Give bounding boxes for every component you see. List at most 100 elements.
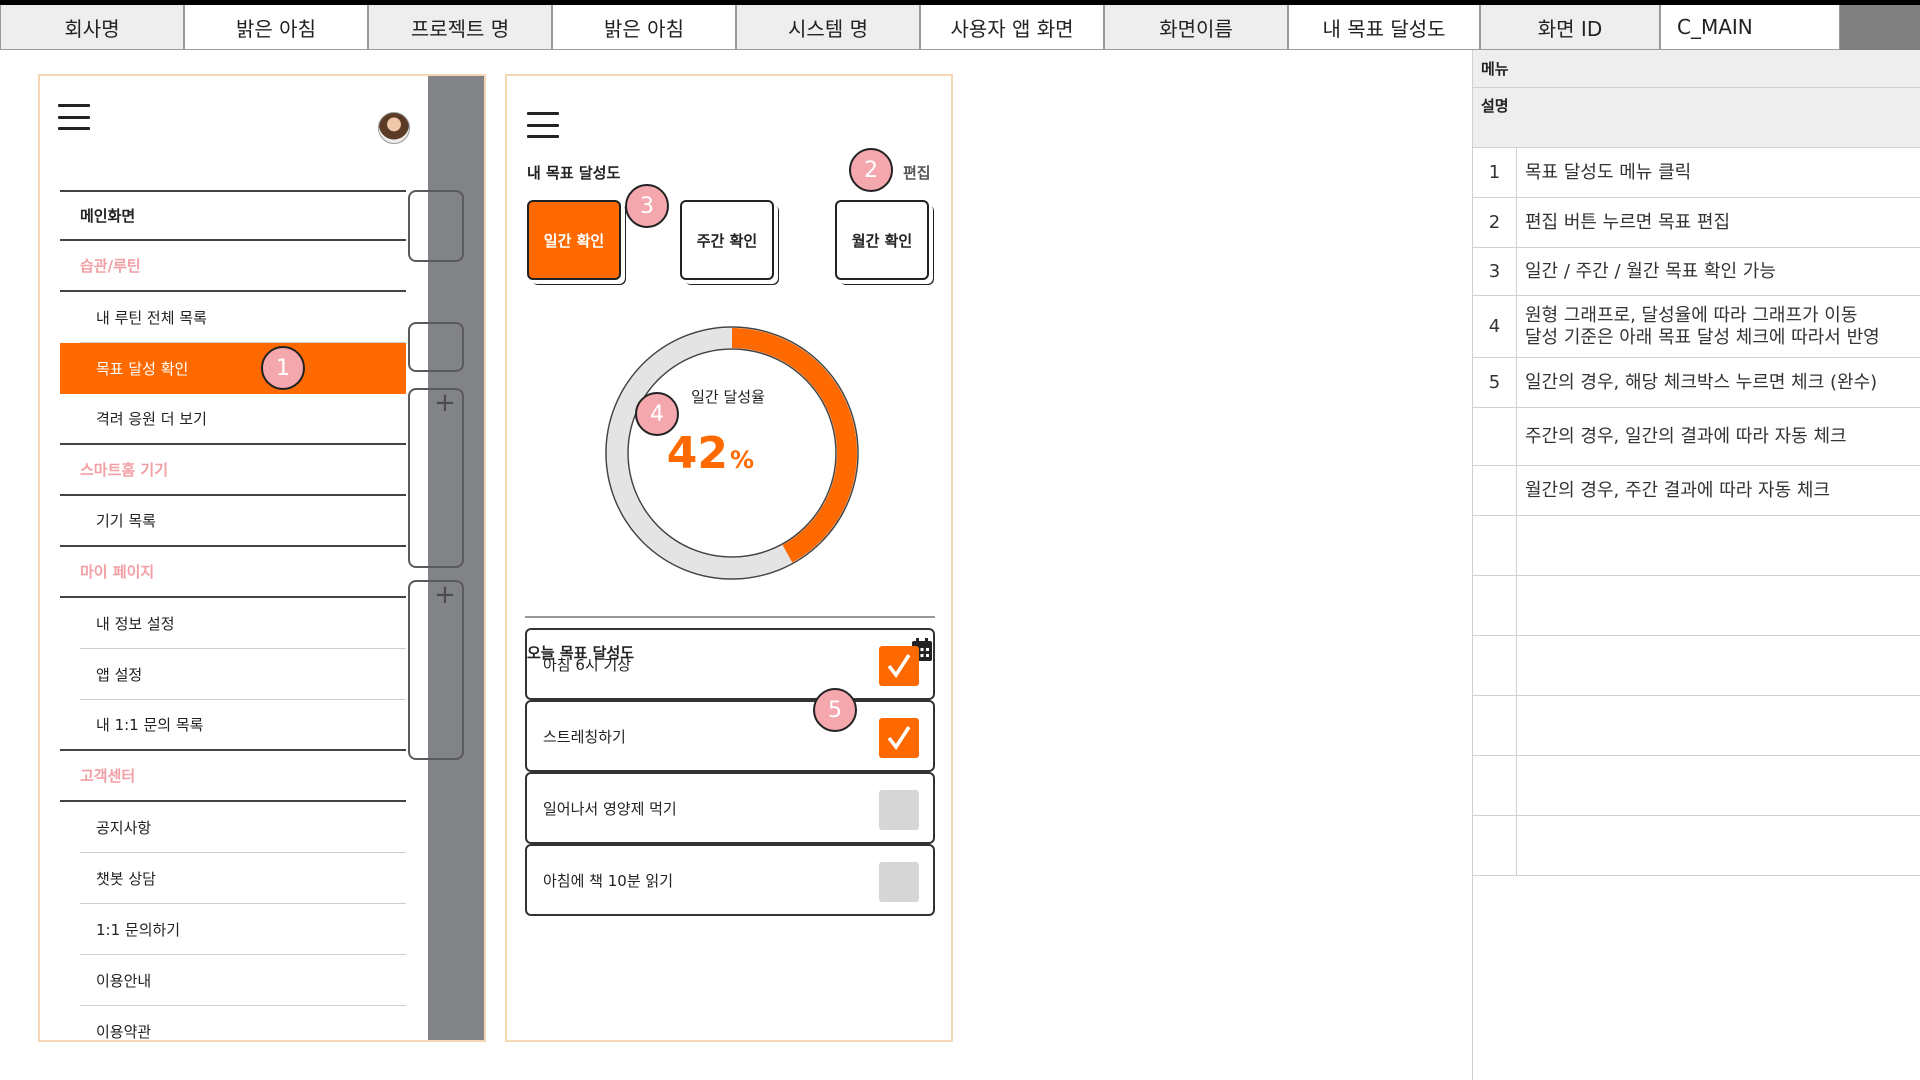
checkbox-unchecked[interactable] <box>879 862 919 902</box>
header-label-cell: 화면 ID <box>1480 5 1660 50</box>
header-value-cell: 밝은 아침 <box>552 5 736 50</box>
tab-monthly[interactable]: 월간 확인 <box>835 200 929 280</box>
menu-section-header: 습관/루틴 <box>60 241 406 292</box>
page-title: 내 목표 달성도 <box>527 164 621 182</box>
description-row-number: 2 <box>1473 198 1517 247</box>
menu-section-header: 마이 페이지 <box>60 547 406 598</box>
description-row-number: 4 <box>1473 296 1517 357</box>
description-line: 달성 기준은 아래 목표 달성 체크에 따라서 반영 <box>1525 326 1880 348</box>
description-line: 일간 / 주간 / 월간 목표 확인 가능 <box>1525 260 1776 282</box>
description-row <box>1473 636 1920 696</box>
task-label: 아침에 책 10분 읽기 <box>543 871 673 890</box>
header-value-cell: 내 목표 달성도 <box>1288 5 1480 50</box>
description-row-text: 주간의 경우, 일간의 결과에 따라 자동 체크 <box>1517 408 1920 465</box>
description-row <box>1473 816 1920 876</box>
goal-screen: 내 목표 달성도 편집 2 일간 확인 주간 확인 월간 확인 3 일간 달성율… <box>505 74 953 1042</box>
description-label: 설명 <box>1473 88 1920 148</box>
header-value-cell: 밝은 아침 <box>184 5 368 50</box>
task-item[interactable]: 스트레칭하기 <box>525 700 935 772</box>
drawer-menu-list: 메인화면 습관/루틴 내 루틴 전체 목록 목표 달성 확인 격려 응원 더 보기 스마… <box>60 190 406 1041</box>
check-icon <box>887 726 911 751</box>
description-row: 3 일간 / 주간 / 월간 목표 확인 가능 <box>1473 248 1920 296</box>
description-row-number <box>1473 576 1517 635</box>
description-row-number <box>1473 466 1517 515</box>
header-value-cell: C_MAIN <box>1660 5 1840 50</box>
gauge-label: 일간 달성율 <box>691 388 765 406</box>
description-row-text <box>1517 756 1920 815</box>
header-label-cell: 회사명 <box>0 5 184 50</box>
check-icon <box>887 654 911 679</box>
menu-item[interactable]: 앱 설정 <box>80 649 406 700</box>
hamburger-menu-icon[interactable] <box>527 112 559 138</box>
menu-item[interactable]: 내 정보 설정 <box>80 598 406 649</box>
description-row-number: 1 <box>1473 148 1517 197</box>
tab-weekly[interactable]: 주간 확인 <box>680 200 774 280</box>
description-row: 2 편집 버튼 누르면 목표 편집 <box>1473 198 1920 248</box>
task-item[interactable]: 일어나서 영양제 먹기 <box>525 772 935 844</box>
checkbox-unchecked[interactable] <box>879 790 919 830</box>
annotation-marker-2: 2 <box>849 148 893 192</box>
menu-item-main[interactable]: 메인화면 <box>60 190 406 241</box>
header-label-cell: 화면이름 <box>1104 5 1288 50</box>
plus-icon: + <box>434 580 456 610</box>
description-line: 목표 달성도 메뉴 클릭 <box>1525 161 1692 183</box>
task-label: 아침 6시 기상 <box>543 655 632 674</box>
description-row-text <box>1517 516 1920 575</box>
checkbox-checked[interactable] <box>879 646 919 686</box>
menu-item[interactable]: 격려 응원 더 보기 <box>60 394 406 445</box>
plus-icon: + <box>434 388 456 418</box>
description-row-text: 일간 / 주간 / 월간 목표 확인 가능 <box>1517 248 1920 295</box>
menu-item[interactable]: 1:1 문의하기 <box>80 904 406 955</box>
description-row <box>1473 516 1920 576</box>
profile-avatar[interactable] <box>378 112 410 144</box>
menu-item[interactable]: 내 루틴 전체 목록 <box>80 292 406 343</box>
task-item[interactable]: 아침 6시 기상 <box>525 628 935 700</box>
menu-item[interactable]: 챗봇 상담 <box>80 853 406 904</box>
description-row: 4 원형 그래프로, 달성율에 따라 그래프가 이동 달성 기준은 아래 목표 달성… <box>1473 296 1920 358</box>
dim-overlay[interactable]: + + <box>408 76 484 1040</box>
description-line: 원형 그래프로, 달성율에 따라 그래프가 이동 <box>1525 304 1858 326</box>
description-panel: 메뉴 설명 1 목표 달성도 메뉴 클릭 2 편집 버튼 누르면 목표 편집 3 일간 /… <box>1472 50 1920 1080</box>
annotation-marker-1: 1 <box>261 346 305 390</box>
menu-section-header: 고객센터 <box>60 751 406 802</box>
description-row: 월간의 경우, 주간 결과에 따라 자동 체크 <box>1473 466 1920 516</box>
menu-item[interactable]: 공지사항 <box>80 802 406 853</box>
annotation-marker-4: 4 <box>635 392 679 436</box>
description-row-text: 원형 그래프로, 달성율에 따라 그래프가 이동 달성 기준은 아래 목표 달성 … <box>1517 296 1920 357</box>
description-row-number <box>1473 636 1517 695</box>
rate-unit: % <box>730 446 754 474</box>
hamburger-menu-icon[interactable] <box>58 104 90 130</box>
menu-item[interactable]: 내 1:1 문의 목록 <box>60 700 406 751</box>
description-line: 일간의 경우, 해당 체크박스 누르면 체크 (완수) <box>1525 371 1878 393</box>
nav-drawer: 메인화면 습관/루틴 내 루틴 전체 목록 목표 달성 확인 격려 응원 더 보기 스마… <box>40 76 428 1040</box>
description-row-text: 목표 달성도 메뉴 클릭 <box>1517 148 1920 197</box>
menu-item[interactable]: 이용약관 <box>80 1006 406 1041</box>
menu-label: 메뉴 <box>1473 50 1920 88</box>
description-row-number: 3 <box>1473 248 1517 295</box>
menu-item[interactable]: 기기 목록 <box>60 496 406 547</box>
description-row-number <box>1473 756 1517 815</box>
description-row-number: 5 <box>1473 358 1517 407</box>
edit-button[interactable]: 편집 <box>903 162 931 183</box>
description-row-number <box>1473 516 1517 575</box>
checkbox-checked[interactable] <box>879 718 919 758</box>
menu-item[interactable]: 이용안내 <box>80 955 406 1006</box>
description-row-text <box>1517 816 1920 875</box>
menu-item-active[interactable]: 목표 달성 확인 <box>60 343 406 394</box>
task-item[interactable]: 아침에 책 10분 읽기 <box>525 844 935 916</box>
rate-value: 42 <box>667 428 728 479</box>
tab-daily[interactable]: 일간 확인 <box>527 200 621 280</box>
header-label-cell: 프로젝트 명 <box>368 5 552 50</box>
description-row: 5 일간의 경우, 해당 체크박스 누르면 체크 (완수) <box>1473 358 1920 408</box>
header-filler <box>1840 5 1920 50</box>
description-row: 주간의 경우, 일간의 결과에 따라 자동 체크 <box>1473 408 1920 466</box>
background-card <box>408 190 464 262</box>
menu-section-header: 스마트홈 기기 <box>60 445 406 496</box>
annotation-marker-3: 3 <box>625 184 669 228</box>
description-row-text: 일간의 경우, 해당 체크박스 누르면 체크 (완수) <box>1517 358 1920 407</box>
description-rows: 1 목표 달성도 메뉴 클릭 2 편집 버튼 누르면 목표 편집 3 일간 / 주간 / … <box>1473 148 1920 876</box>
description-line: 월간의 경우, 주간 결과에 따라 자동 체크 <box>1525 479 1831 501</box>
document-header: 회사명 밝은 아침 프로젝트 명 밝은 아침 시스템 명 사용자 앱 화면 화면이름 내 목표… <box>0 0 1920 50</box>
description-row-text: 월간의 경우, 주간 결과에 따라 자동 체크 <box>1517 466 1920 515</box>
description-row-number <box>1473 696 1517 755</box>
